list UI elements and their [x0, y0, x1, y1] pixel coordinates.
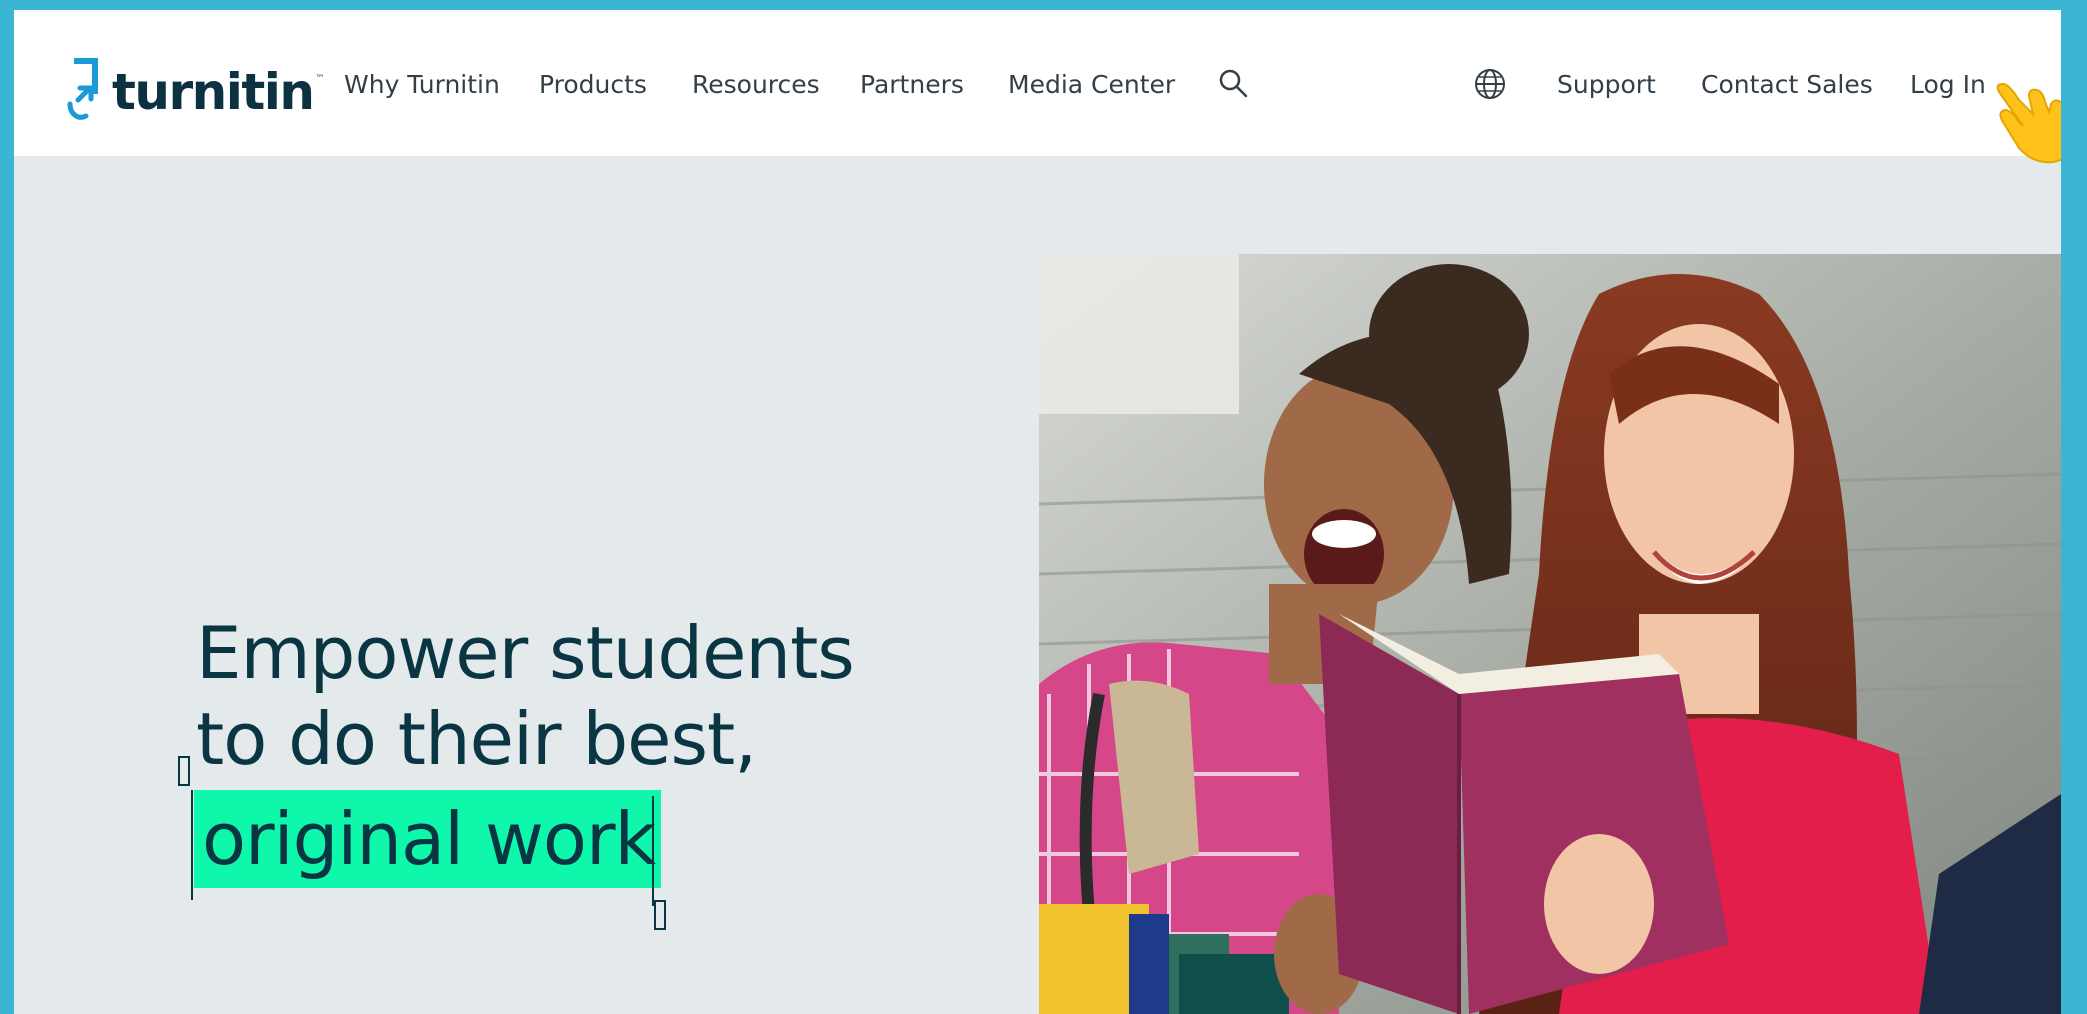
logo-trademark: ™ — [315, 74, 325, 84]
nav-media-center[interactable]: Media Center — [1008, 68, 1175, 102]
nav-support[interactable]: Support — [1557, 68, 1656, 102]
text-selection-end-bar — [652, 796, 654, 906]
nav-log-in[interactable]: Log In — [1910, 68, 1986, 102]
nav-contact-sales[interactable]: Contact Sales — [1701, 68, 1873, 102]
search-icon[interactable] — [1218, 68, 1248, 102]
site-header: turnitin ™ Why Turnitin Products Resourc… — [14, 10, 2061, 156]
globe-icon[interactable] — [1474, 68, 1506, 104]
text-selection-end-handle[interactable] — [654, 900, 666, 930]
text-selection-start-bar — [191, 790, 193, 900]
hero-highlight-text: original work — [194, 790, 662, 888]
hero-heading-line-2: to do their best, — [196, 697, 757, 781]
hero-photo — [1039, 254, 2061, 1014]
turnitin-logo-icon — [67, 58, 98, 120]
turnitin-logo[interactable]: turnitin ™ — [64, 54, 325, 122]
hero-heading: Empower students to do their best, — [196, 610, 956, 782]
nav-products[interactable]: Products — [539, 68, 647, 102]
logo-wordmark: turnitin — [112, 63, 315, 121]
nav-why-turnitin[interactable]: Why Turnitin — [344, 68, 500, 102]
pointer-hand-cursor-icon — [1989, 78, 2061, 172]
hero-highlight: original work — [194, 790, 662, 888]
hero-heading-line-1: Empower students — [196, 611, 855, 695]
browser-viewport: turnitin ™ Why Turnitin Products Resourc… — [14, 10, 2061, 1014]
nav-resources[interactable]: Resources — [692, 68, 820, 102]
nav-partners[interactable]: Partners — [860, 68, 964, 102]
text-selection-start-handle[interactable] — [178, 756, 190, 786]
students-reading-illustration — [1039, 254, 2061, 1014]
